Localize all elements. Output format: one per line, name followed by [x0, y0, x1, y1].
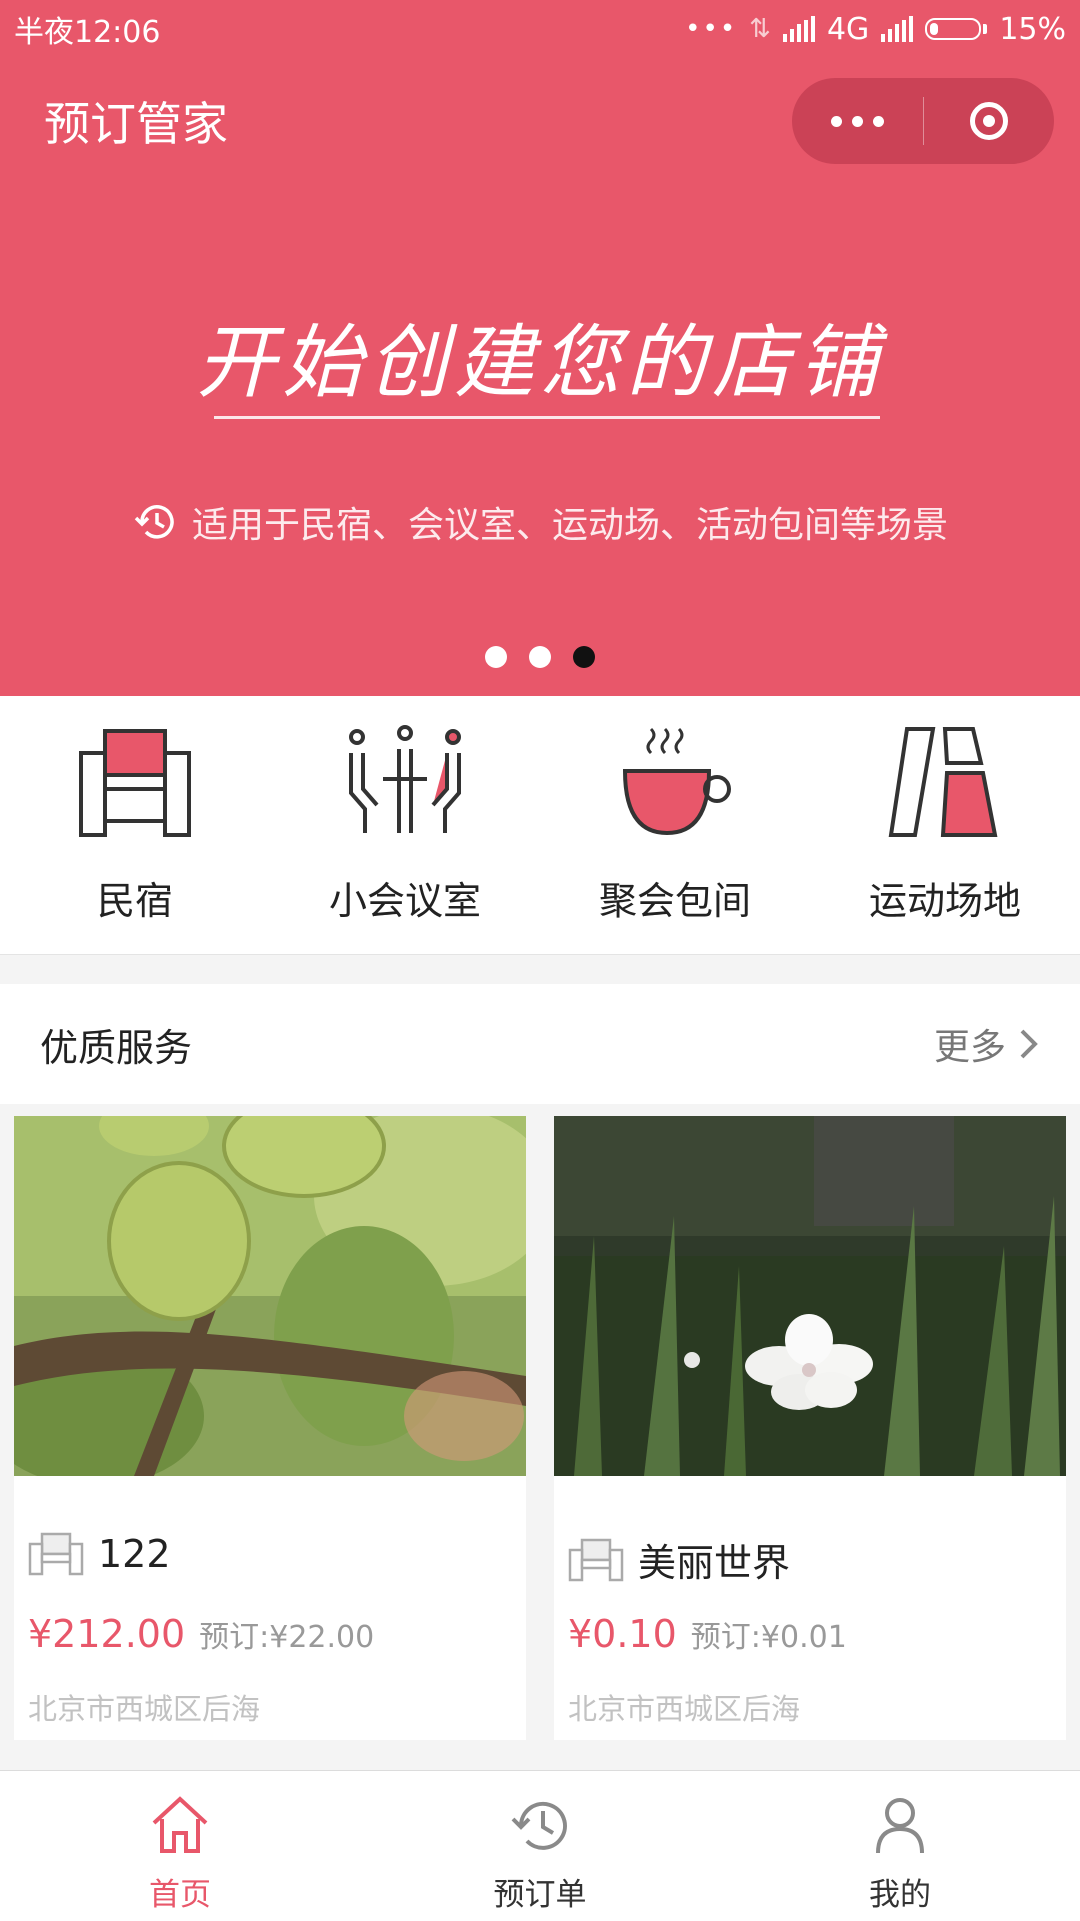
meeting-icon — [349, 725, 461, 833]
tab-label: 首页 — [149, 1877, 211, 1913]
listing-price-row: ¥212.00 预订:¥22.00 — [28, 1612, 374, 1656]
sofa-icon — [28, 1532, 84, 1576]
more-link[interactable]: 更多 — [934, 1018, 1040, 1070]
tab-profile[interactable]: 我的 — [720, 1771, 1080, 1921]
data-transfer-icon: ⇅ — [749, 14, 771, 44]
tab-label: 预订单 — [493, 1877, 587, 1913]
category-label: 民宿 — [96, 879, 173, 923]
network-type: 4G — [826, 11, 870, 47]
listing-deposit: 预订:¥0.01 — [690, 1620, 847, 1655]
category-label: 运动场地 — [868, 879, 1021, 923]
listing-price: ¥0.10 — [568, 1612, 677, 1656]
more-menu-button[interactable] — [792, 115, 923, 127]
tab-orders[interactable]: 预订单 — [360, 1771, 720, 1921]
home-icon — [152, 1796, 208, 1853]
user-icon — [876, 1798, 924, 1854]
close-button[interactable] — [924, 102, 1055, 140]
category-meeting-room[interactable]: 小会议室 — [270, 696, 540, 954]
banner-subtitle-row: 适用于民宿、会议室、运动场、活动包间等场景 — [0, 496, 1080, 548]
category-homestay[interactable]: 民宿 — [0, 696, 270, 954]
carousel-dot[interactable] — [485, 646, 507, 668]
carousel-dot[interactable] — [529, 646, 551, 668]
banner-carousel[interactable]: 开始创建您的店铺 适用于民宿、会议室、运动场、活动包间等场景 — [0, 188, 1080, 696]
category-label: 小会议室 — [328, 879, 481, 923]
banner-subtitle: 适用于民宿、会议室、运动场、活动包间等场景 — [191, 505, 948, 546]
nav-bar: 预订管家 — [0, 58, 1080, 188]
status-bar: 半夜12:06 ••• ⇅ 4G 15% — [0, 0, 1080, 58]
more-dots-icon: ••• — [685, 14, 738, 44]
listing-photo — [554, 1116, 1066, 1476]
chevron-right-icon — [1020, 1029, 1038, 1059]
category-party-room[interactable]: 聚会包间 — [540, 696, 810, 954]
listing-deposit: 预订:¥22.00 — [199, 1620, 375, 1655]
tab-label: 我的 — [869, 1877, 931, 1913]
history-icon — [511, 1801, 567, 1850]
listing-title-row: 美丽世界 — [568, 1532, 790, 1587]
category-grid: 民宿 小会议室 聚会包间 运动场地 — [0, 696, 1080, 955]
section-header: 优质服务 更多 — [0, 984, 1080, 1104]
section-title: 优质服务 — [40, 1025, 193, 1070]
listing-photo — [14, 1116, 526, 1476]
status-icons: ••• ⇅ 4G 15% — [685, 12, 1066, 47]
banner-headline: 开始创建您的店铺 — [196, 316, 884, 409]
carousel-indicators — [0, 646, 1080, 668]
listing-title-row: 122 — [28, 1532, 171, 1576]
sports-field-icon — [888, 727, 998, 837]
sofa-icon — [79, 729, 191, 837]
listing-address: 北京市西城区后海 — [28, 1692, 261, 1726]
category-sports-field[interactable]: 运动场地 — [810, 696, 1080, 954]
listing-grid: 122 ¥212.00 预订:¥22.00 北京市西城区后海 美丽世界 ¥0.1… — [14, 1116, 1066, 1740]
listing-card[interactable]: 122 ¥212.00 预订:¥22.00 北京市西城区后海 — [14, 1116, 526, 1740]
listing-name: 美丽世界 — [638, 1541, 791, 1585]
listing-name: 122 — [98, 1532, 171, 1576]
listing-price: ¥212.00 — [28, 1612, 186, 1656]
status-time: 半夜12:06 — [14, 15, 161, 50]
signal-icon — [782, 16, 815, 42]
carousel-dot-active[interactable] — [573, 646, 595, 668]
listing-card[interactable]: 美丽世界 ¥0.10 预订:¥0.01 北京市西城区后海 — [554, 1116, 1066, 1740]
battery-icon — [925, 18, 988, 40]
battery-level: 15% — [999, 11, 1066, 47]
signal-icon-2 — [881, 16, 914, 42]
sofa-icon — [568, 1538, 624, 1581]
banner-underline — [214, 416, 880, 419]
history-clock-icon — [134, 505, 174, 539]
category-label: 聚会包间 — [598, 879, 751, 923]
listing-price-row: ¥0.10 预订:¥0.01 — [568, 1612, 847, 1656]
tab-home[interactable]: 首页 — [0, 1771, 360, 1921]
mini-program-capsule — [792, 78, 1054, 164]
coffee-cup-icon — [622, 727, 731, 836]
page-title: 预订管家 — [44, 97, 228, 151]
listing-address: 北京市西城区后海 — [568, 1692, 801, 1726]
more-label: 更多 — [933, 1027, 1006, 1068]
tab-bar: 首页 预订单 我的 — [0, 1770, 1080, 1921]
target-close-icon — [969, 102, 1008, 140]
